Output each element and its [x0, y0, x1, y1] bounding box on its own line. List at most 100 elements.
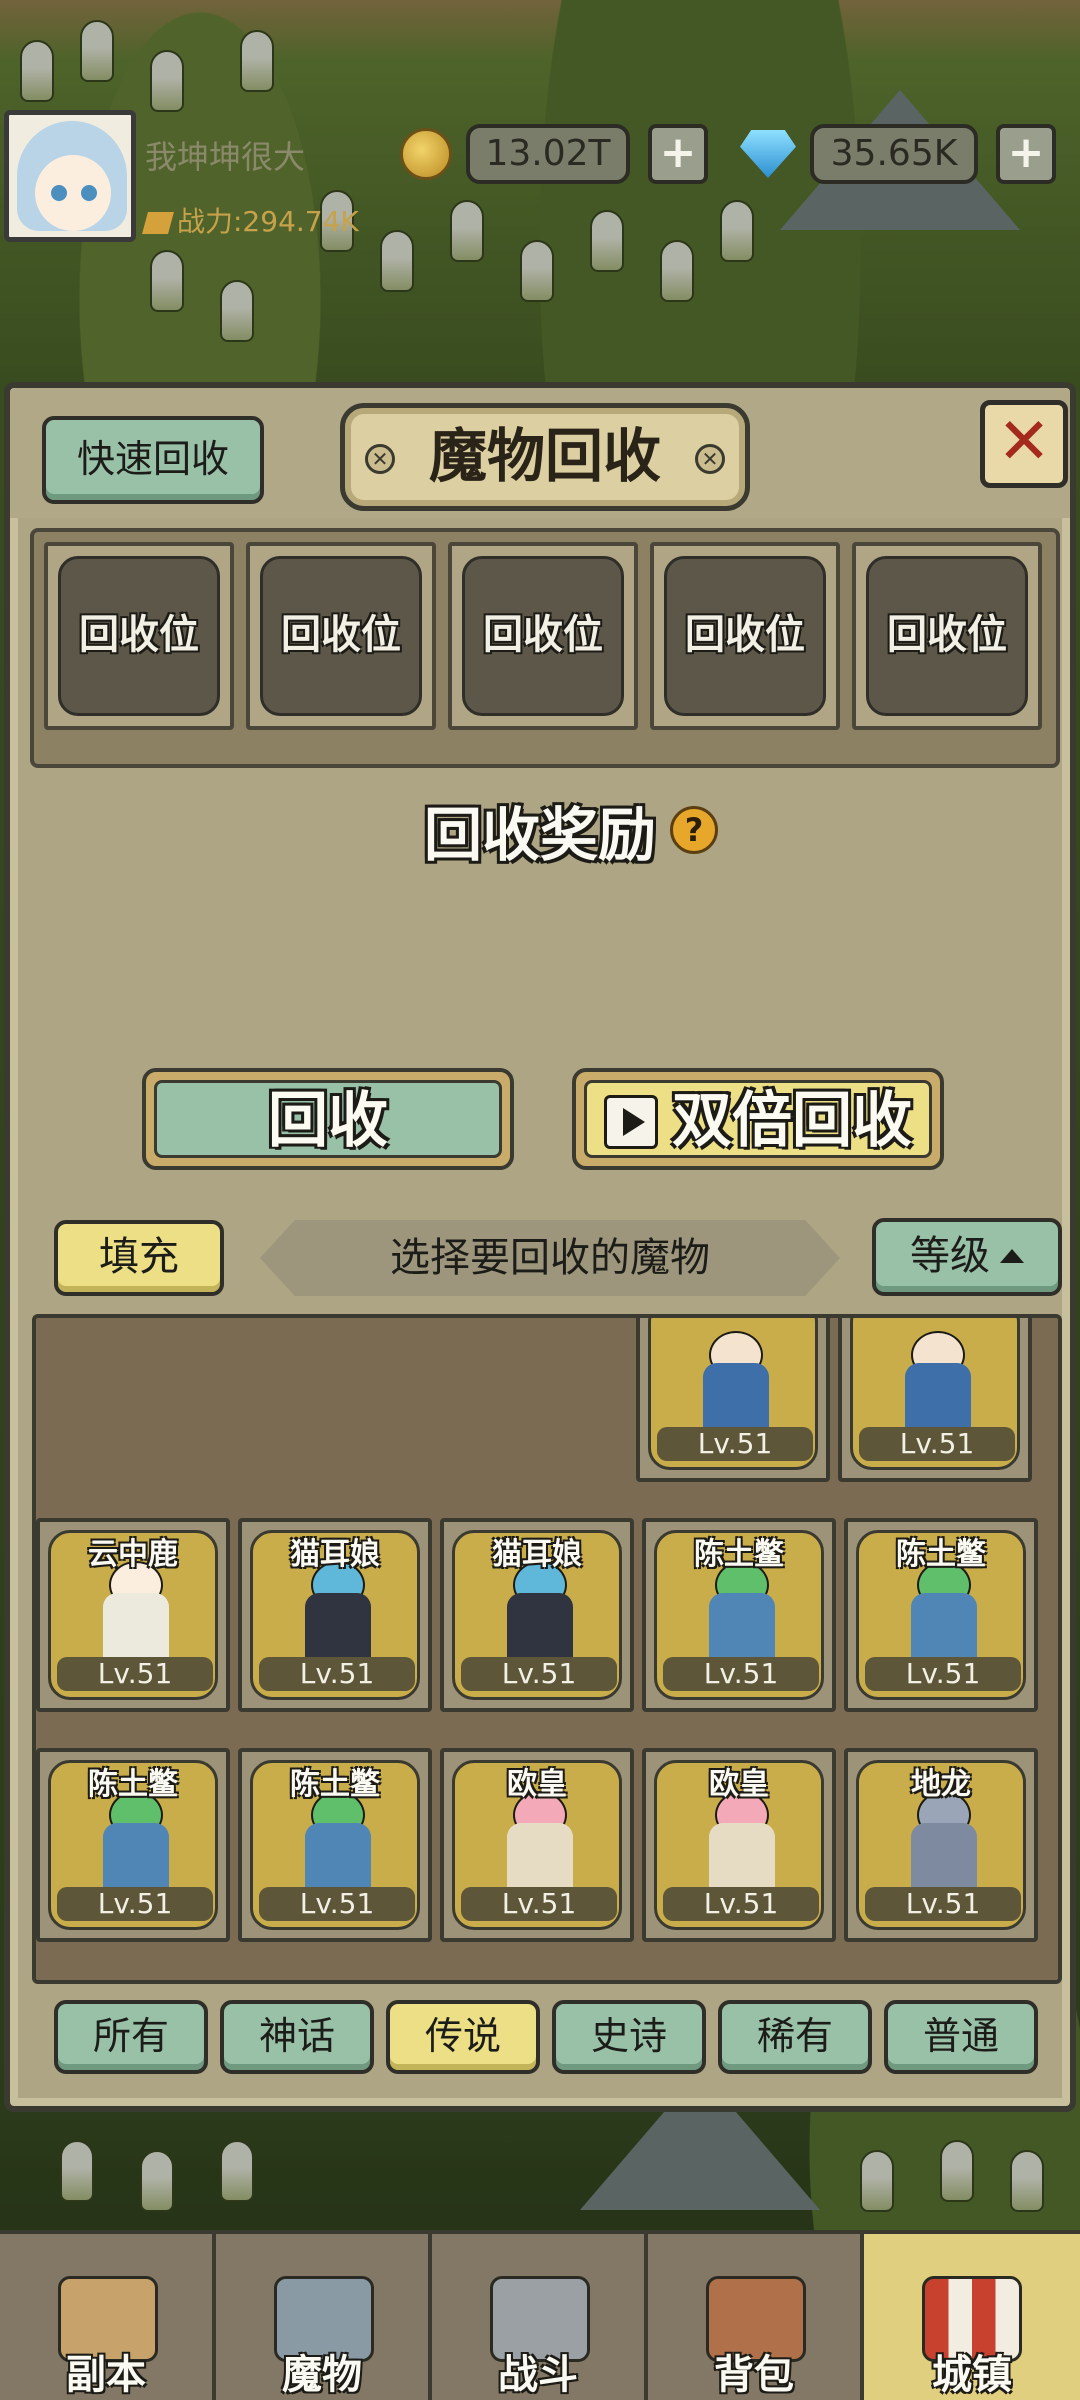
recycle-slot[interactable]: 回收位 — [448, 542, 638, 730]
monster-card-frame: 陈土鳖 Lv.51 — [48, 1760, 218, 1930]
gold-coin-icon — [400, 128, 452, 180]
monster-card-frame: 猫耳娘 Lv.51 — [452, 1530, 622, 1700]
sort-by-level-button[interactable]: 等级 — [872, 1218, 1062, 1296]
recycle-slot-label: 回收位 — [260, 556, 422, 716]
play-video-icon — [604, 1095, 658, 1149]
player-avatar[interactable] — [4, 110, 136, 242]
monster-name: 猫耳娘 — [492, 1537, 582, 1572]
monster-name: 猫耳娘 — [290, 1537, 380, 1572]
quick-recycle-button[interactable]: 快速回收 — [42, 416, 264, 504]
monster-sprite-body — [911, 1593, 977, 1663]
add-gems-button[interactable]: + — [996, 124, 1056, 184]
gold-amount: 13.02T — [466, 124, 630, 184]
panel-title: 魔物回收 — [428, 422, 661, 490]
monster-sprite-body — [709, 1823, 775, 1893]
close-button[interactable]: ✕ — [980, 400, 1068, 488]
monster-name: 云中鹿 — [88, 1537, 178, 1572]
nav-label: 副本 — [66, 2352, 146, 2398]
monster-sprite-body — [507, 1593, 573, 1663]
help-icon[interactable]: ? — [670, 806, 718, 854]
monster-level: Lv.51 — [57, 1887, 213, 1921]
recycle-slot-label: 回收位 — [866, 556, 1028, 716]
recycle-slot[interactable]: 回收位 — [44, 542, 234, 730]
monster-card[interactable]: 猫耳娘 Lv.51 — [238, 1518, 432, 1712]
avatar-eye — [81, 185, 97, 201]
double-recycle-label: 双倍回收 — [672, 1086, 912, 1156]
monster-grid: Lv.51 Lv.51 云中鹿 Lv.51 猫耳娘 Lv.51 猫耳娘 Lv.5… — [32, 1314, 1062, 1984]
nav-battle[interactable]: 战斗 — [432, 2234, 648, 2400]
monster-name: 欧皇 — [709, 1767, 769, 1802]
monster-card-frame: 云中鹿 Lv.51 — [48, 1530, 218, 1700]
monster-sprite-body — [703, 1363, 769, 1433]
monster-level: Lv.51 — [259, 1657, 415, 1691]
sort-ascending-icon — [1000, 1249, 1024, 1263]
tab-common[interactable]: 普通 — [884, 2000, 1038, 2074]
monster-card-frame: 陈土鳖 Lv.51 — [654, 1530, 824, 1700]
monster-level: Lv.51 — [865, 1887, 1021, 1921]
select-monsters-hint: 选择要回收的魔物 — [260, 1220, 840, 1296]
monster-card-frame: 欧皇 Lv.51 — [452, 1760, 622, 1930]
monster-level: Lv.51 — [57, 1657, 213, 1691]
monster-sprite-body — [507, 1823, 573, 1893]
monster-level: Lv.51 — [461, 1657, 617, 1691]
monster-card[interactable]: 云中鹿 Lv.51 — [36, 1518, 230, 1712]
nav-monsters[interactable]: 魔物 — [216, 2234, 432, 2400]
recycle-slots: 回收位 回收位 回收位 回收位 回收位 — [30, 528, 1060, 768]
title-ornament-icon: ✕ — [695, 444, 725, 474]
nav-backpack[interactable]: 背包 — [648, 2234, 864, 2400]
recycle-button[interactable]: 回收 — [142, 1068, 514, 1170]
monster-level: Lv.51 — [859, 1427, 1015, 1461]
nav-label: 城镇 — [932, 2352, 1012, 2398]
monster-recycle-panel: 快速回收 ✕ 魔物回收 ✕ ✕ 回收位 回收位 回收位 回收位 回收位 回收奖励… — [4, 382, 1076, 2112]
monster-level: Lv.51 — [663, 1657, 819, 1691]
monster-card-frame: 地龙 Lv.51 — [856, 1760, 1026, 1930]
player-status-bar: 我坤坤很大 战力:294.74K 13.02T + 35.65K + — [0, 110, 1080, 242]
monster-card-frame: 欧皇 Lv.51 — [654, 1760, 824, 1930]
sort-label: 等级 — [910, 1233, 990, 1279]
recycle-slot[interactable]: 回收位 — [246, 542, 436, 730]
recycle-slot[interactable]: 回收位 — [852, 542, 1042, 730]
monster-card[interactable]: 欧皇 Lv.51 — [440, 1748, 634, 1942]
tab-rare[interactable]: 稀有 — [718, 2000, 872, 2074]
gem-amount: 35.65K — [810, 124, 978, 184]
monster-name: 欧皇 — [507, 1767, 567, 1802]
tab-epic[interactable]: 史诗 — [552, 2000, 706, 2074]
tab-mythic[interactable]: 神话 — [220, 2000, 374, 2074]
monster-card[interactable]: 地龙 Lv.51 — [844, 1748, 1038, 1942]
monster-sprite-body — [305, 1593, 371, 1663]
recycle-slot-label: 回收位 — [462, 556, 624, 716]
monster-level: Lv.51 — [663, 1887, 819, 1921]
monster-card[interactable]: 陈土鳖 Lv.51 — [642, 1518, 836, 1712]
monster-name: 陈土鳖 — [88, 1767, 178, 1802]
monster-card[interactable]: Lv.51 — [636, 1318, 830, 1482]
recycle-slot[interactable]: 回收位 — [650, 542, 840, 730]
player-name: 我坤坤很大 — [145, 138, 306, 176]
nav-town[interactable]: 城镇 — [864, 2234, 1080, 2400]
nav-label: 背包 — [714, 2352, 794, 2398]
monster-card[interactable]: Lv.51 — [838, 1318, 1032, 1482]
combat-power-value: 战力:294.74K — [177, 205, 359, 238]
fill-button[interactable]: 填充 — [54, 1220, 224, 1296]
monster-name: 陈土鳖 — [290, 1767, 380, 1802]
bottom-navigation: 副本 魔物 战斗 背包 城镇 — [0, 2230, 1080, 2400]
add-gold-button[interactable]: + — [648, 124, 708, 184]
double-recycle-button[interactable]: 双倍回收 — [572, 1068, 944, 1170]
monster-card[interactable]: 陈土鳖 Lv.51 — [238, 1748, 432, 1942]
monster-card[interactable]: 猫耳娘 Lv.51 — [440, 1518, 634, 1712]
recycle-slot-label: 回收位 — [664, 556, 826, 716]
monster-name: 陈土鳖 — [694, 1537, 784, 1572]
nav-label: 战斗 — [498, 2352, 578, 2398]
monster-sprite-body — [911, 1823, 977, 1893]
tab-legendary[interactable]: 传说 — [386, 2000, 540, 2074]
tab-all[interactable]: 所有 — [54, 2000, 208, 2074]
monster-card-frame: Lv.51 — [850, 1318, 1020, 1470]
monster-sprite-body — [103, 1823, 169, 1893]
nav-dungeon[interactable]: 副本 — [0, 2234, 216, 2400]
combat-power: 战力:294.74K — [142, 200, 359, 240]
monster-card-frame: Lv.51 — [648, 1318, 818, 1470]
monster-card[interactable]: 陈土鳖 Lv.51 — [36, 1748, 230, 1942]
monster-card[interactable]: 欧皇 Lv.51 — [642, 1748, 836, 1942]
monster-sprite-body — [305, 1823, 371, 1893]
monster-card[interactable]: 陈土鳖 Lv.51 — [844, 1518, 1038, 1712]
recycle-slot-label: 回收位 — [58, 556, 220, 716]
